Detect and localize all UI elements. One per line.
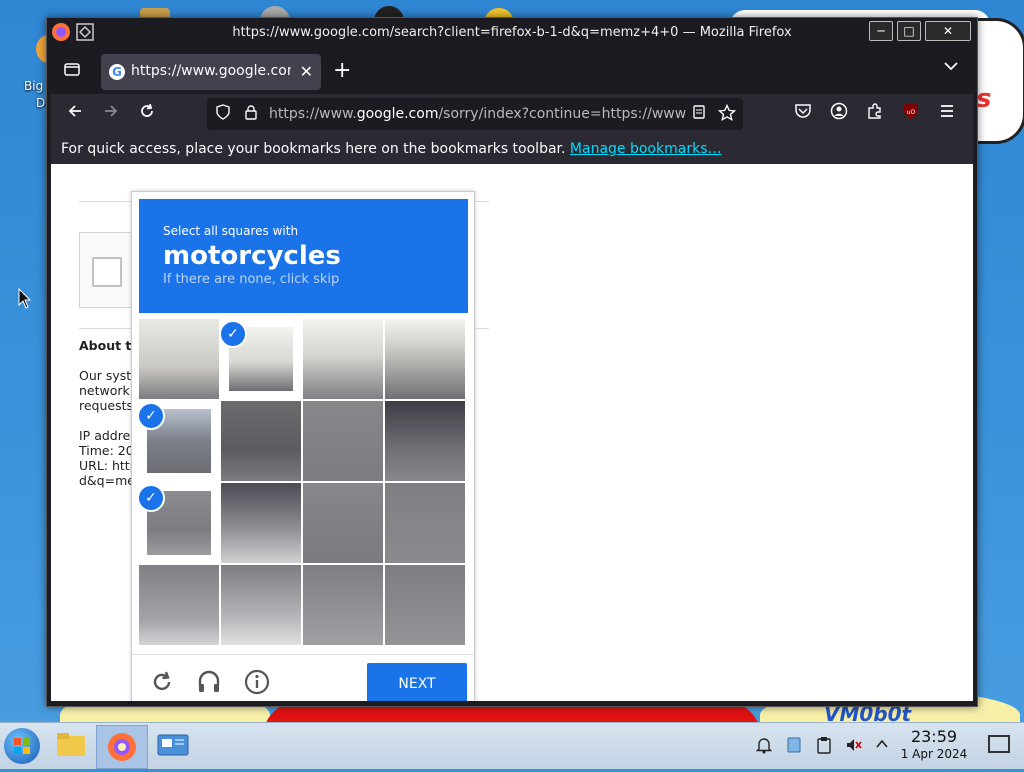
desktop-icon-label: Big	[24, 79, 44, 93]
menu-icon[interactable]	[935, 102, 959, 126]
title-bar[interactable]: https://www.google.com/search?client=fir…	[47, 18, 977, 48]
taskbar-firefox[interactable]	[96, 725, 148, 769]
captcha-tile-image	[303, 565, 383, 645]
reload-icon[interactable]	[148, 669, 176, 697]
captcha-tile[interactable]	[303, 483, 383, 563]
taskbar-file-manager[interactable]	[46, 725, 96, 767]
captcha-tile[interactable]	[303, 319, 383, 399]
captcha-tile-image	[385, 401, 465, 481]
back-button[interactable]	[63, 102, 87, 126]
tab-bar: G https://www.google.com/ ✕ +	[51, 48, 973, 94]
instruction-target: motorcycles	[163, 241, 341, 271]
minimize-button[interactable]: ─	[869, 21, 893, 41]
account-icon[interactable]	[827, 102, 851, 126]
taskbar-system-app[interactable]	[148, 725, 198, 767]
forward-button[interactable]	[99, 102, 123, 126]
new-tab-button[interactable]: +	[333, 58, 351, 83]
manage-bookmarks-link[interactable]: Manage bookmarks…	[570, 141, 722, 157]
url-text: URL: http	[79, 458, 138, 473]
captcha-tile-image	[385, 319, 465, 399]
recaptcha-checkbox[interactable]	[92, 257, 122, 287]
reload-button[interactable]	[135, 102, 159, 126]
captcha-tile-image	[221, 565, 301, 645]
captcha-tile[interactable]	[221, 565, 301, 645]
maximize-button[interactable]: □	[897, 21, 921, 41]
lock-icon[interactable]	[241, 104, 261, 124]
google-favicon: G	[109, 64, 125, 80]
clock-date[interactable]: 1 Apr 2024	[898, 747, 970, 761]
instruction-hint: If there are none, click skip	[163, 272, 340, 287]
pocket-icon[interactable]	[791, 102, 815, 126]
captcha-tile[interactable]	[139, 319, 219, 399]
ip-address: IP addres	[79, 428, 137, 443]
volume-muted-icon[interactable]	[844, 736, 864, 756]
captcha-challenge: Select all squares with motorcycles If t…	[131, 191, 475, 701]
captcha-tile[interactable]	[221, 401, 301, 481]
show-hidden-icons-chevron-up-icon[interactable]	[872, 736, 892, 756]
captcha-tile[interactable]	[385, 565, 465, 645]
captcha-grid: ✓ ✓ ✓	[137, 319, 467, 647]
next-button[interactable]: NEXT	[367, 663, 467, 701]
audio-headphones-icon[interactable]	[195, 669, 223, 697]
page-text: network.	[79, 383, 134, 398]
extensions-icon[interactable]	[863, 102, 887, 126]
tab-close-icon[interactable]: ✕	[300, 62, 313, 81]
bookmarks-toolbar: For quick access, place your bookmarks h…	[51, 134, 973, 164]
captcha-tile-image	[303, 483, 383, 563]
ublock-icon[interactable]: uO	[899, 102, 923, 126]
tab-google[interactable]: G https://www.google.com/ ✕	[101, 54, 321, 90]
clock-time[interactable]: 23:59	[908, 727, 960, 746]
tab-label: https://www.google.com/	[131, 63, 291, 79]
start-button[interactable]	[4, 728, 40, 764]
window-title: https://www.google.com/search?client=fir…	[232, 25, 792, 40]
url-bar[interactable]: https://www.google.com/sorry/index?conti…	[207, 98, 743, 130]
captcha-tile[interactable]	[385, 319, 465, 399]
captcha-tile[interactable]	[385, 401, 465, 481]
tray-app-icon[interactable]	[784, 736, 804, 756]
captcha-tile[interactable]	[385, 483, 465, 563]
close-button[interactable]: ✕	[925, 21, 971, 41]
instruction-small: Select all squares with	[163, 224, 299, 238]
bookmark-star-icon[interactable]	[717, 103, 737, 124]
captcha-tile-image	[385, 565, 465, 645]
info-icon[interactable]	[243, 669, 271, 697]
clipboard-icon[interactable]	[814, 736, 834, 756]
captcha-tile-image	[385, 483, 465, 563]
time-text: Time: 20	[79, 443, 134, 458]
captcha-tile-image	[303, 401, 383, 481]
navigation-toolbar: https://www.google.com/sorry/index?conti…	[51, 94, 973, 134]
captcha-footer: NEXT	[132, 654, 474, 701]
list-all-tabs-icon[interactable]	[943, 58, 959, 79]
captcha-tile[interactable]	[139, 565, 219, 645]
shield-icon[interactable]	[213, 104, 233, 124]
captcha-tile-image	[139, 565, 219, 645]
reader-view-icon[interactable]	[689, 104, 709, 124]
taskbar: 23:59 1 Apr 2024	[0, 722, 1024, 769]
selected-checkmark-icon: ✓	[137, 402, 165, 430]
bookmarks-hint: For quick access, place your bookmarks h…	[61, 141, 722, 157]
svg-text:uO: uO	[907, 109, 916, 116]
firefox-window: https://www.google.com/search?client=fir…	[46, 17, 978, 707]
selected-checkmark-icon: ✓	[219, 320, 247, 348]
selected-checkmark-icon: ✓	[137, 484, 165, 512]
page-content: About th Our syste network. requests IP …	[51, 164, 973, 701]
captcha-tile[interactable]	[221, 483, 301, 563]
firefox-view-icon[interactable]	[63, 60, 81, 83]
captcha-instructions: Select all squares with motorcycles If t…	[139, 199, 468, 313]
notifications-bell-icon[interactable]	[754, 736, 774, 756]
url-text[interactable]: https://www.google.com/sorry/index?conti…	[269, 106, 697, 122]
captcha-tile-image	[221, 401, 301, 481]
page-text: requests	[79, 398, 134, 413]
captcha-tile-image	[139, 319, 219, 399]
show-desktop-button[interactable]	[988, 735, 1010, 753]
wallpaper-text-2: s	[976, 84, 992, 114]
captcha-tile-image	[303, 319, 383, 399]
page-text: Our syste	[79, 368, 139, 383]
captcha-tile-image	[221, 483, 301, 563]
captcha-tile[interactable]	[303, 565, 383, 645]
captcha-tile[interactable]	[303, 401, 383, 481]
